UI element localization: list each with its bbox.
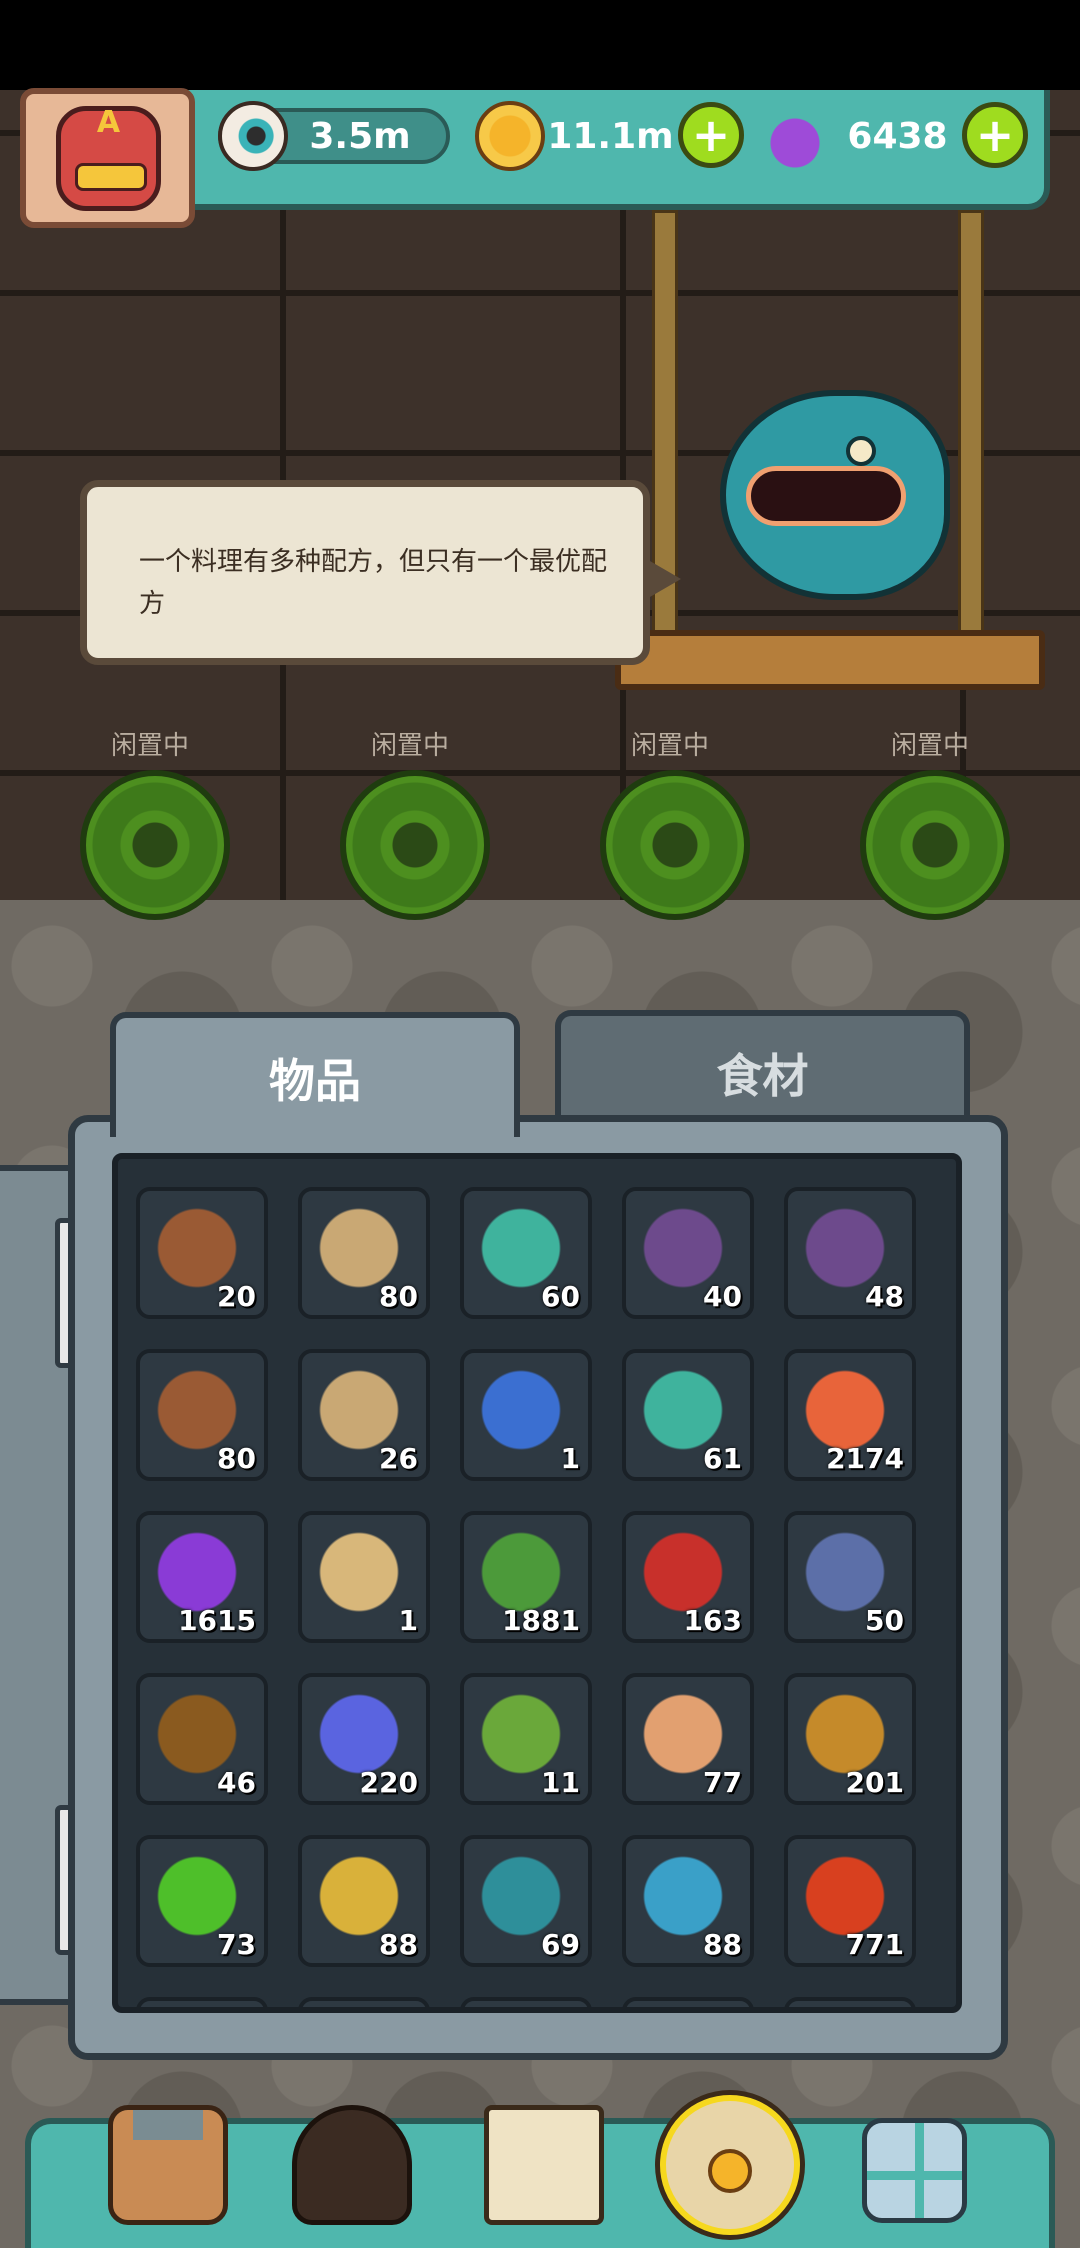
item-count: 88	[703, 1928, 742, 1961]
recipe-book-icon[interactable]	[484, 2105, 604, 2225]
shop-building-icon[interactable]	[108, 2105, 228, 2225]
idle-slot-2[interactable]: 闲置中	[300, 725, 520, 935]
coin-icon	[475, 101, 545, 171]
speech-text: 一个料理有多种配方，但只有一个最优配方	[139, 547, 608, 619]
swing-seat	[615, 630, 1045, 690]
status-bar	[0, 0, 1080, 90]
monster-eye	[846, 436, 876, 466]
avatar-letter: A	[96, 105, 121, 140]
swing-rope-right	[958, 210, 984, 640]
item-count: 20	[217, 1280, 256, 1313]
inventory-item[interactable]: 1615	[136, 1511, 268, 1643]
item-count: 61	[703, 1442, 742, 1475]
inventory-item[interactable]: 201	[784, 1673, 916, 1805]
inventory-item[interactable]: 80	[298, 1187, 430, 1319]
inventory-item[interactable]: 1	[298, 1511, 430, 1643]
inventory-item[interactable]: 220	[298, 1673, 430, 1805]
item-count: 163	[683, 1604, 742, 1637]
item-count: 50	[865, 1604, 904, 1637]
player-avatar[interactable]: A	[20, 88, 195, 228]
idle-label: 闲置中	[890, 731, 969, 761]
inventory-item[interactable]: 61	[622, 1349, 754, 1481]
inventory-item-partial[interactable]	[784, 1997, 916, 2007]
idle-label: 闲置中	[370, 731, 449, 761]
tab-items[interactable]: 物品	[110, 1012, 520, 1137]
inventory-item-partial[interactable]	[622, 1997, 754, 2007]
item-count: 60	[541, 1280, 580, 1313]
item-count: 26	[379, 1442, 418, 1475]
add-coins-button[interactable]: +	[678, 102, 744, 168]
inventory-item[interactable]: 2174	[784, 1349, 916, 1481]
eyeball-resource: 3.5m	[218, 101, 450, 171]
inventory-item[interactable]: 40	[622, 1187, 754, 1319]
speech-bubble: 一个料理有多种配方，但只有一个最优配方	[80, 480, 681, 665]
item-count: 80	[217, 1442, 256, 1475]
item-count: 77	[703, 1766, 742, 1799]
item-count: 220	[359, 1766, 418, 1799]
inventory-grid: 20 80 60 40 48 80 26 1 61 2174 1615 1 1881 163 50 46 220…	[112, 1153, 962, 2013]
item-count: 73	[217, 1928, 256, 1961]
inventory-item[interactable]: 26	[298, 1349, 430, 1481]
inventory-item[interactable]: 60	[460, 1187, 592, 1319]
inventory-item[interactable]: 88	[622, 1835, 754, 1967]
green-gear-icon	[860, 770, 1010, 920]
inventory-item-partial[interactable]	[460, 1997, 592, 2007]
inventory-item[interactable]: 20	[136, 1187, 268, 1319]
eyeball-icon	[218, 101, 288, 171]
idle-slot-3[interactable]: 闲置中	[560, 725, 780, 935]
inventory-item[interactable]: 771	[784, 1835, 916, 1967]
item-count: 48	[865, 1280, 904, 1313]
idle-label: 闲置中	[630, 731, 709, 761]
inventory-item-partial[interactable]	[136, 1997, 268, 2007]
grid-menu-icon[interactable]	[862, 2118, 967, 2223]
item-count: 2174	[826, 1442, 904, 1475]
green-gear-icon	[80, 770, 230, 920]
potion-resource: 6438	[760, 101, 975, 171]
inventory-item[interactable]: 48	[784, 1187, 916, 1319]
monster-cave-icon[interactable]	[292, 2105, 412, 2225]
chef-monster[interactable]	[720, 390, 950, 600]
item-count: 69	[541, 1928, 580, 1961]
green-gear-icon	[340, 770, 490, 920]
item-count: 1	[560, 1442, 580, 1475]
coin-bag-icon[interactable]	[660, 2095, 800, 2235]
idle-slot-1[interactable]: 闲置中	[40, 725, 260, 935]
add-potion-button[interactable]: +	[962, 102, 1028, 168]
item-count: 201	[845, 1766, 904, 1799]
item-count: 1	[398, 1604, 418, 1637]
item-count: 46	[217, 1766, 256, 1799]
coin-icon	[708, 2149, 752, 2193]
item-count: 1881	[502, 1604, 580, 1637]
inventory-item[interactable]: 88	[298, 1835, 430, 1967]
inventory-item[interactable]: 69	[460, 1835, 592, 1967]
idle-label: 闲置中	[110, 731, 189, 761]
coin-resource: 11.1m	[475, 101, 690, 171]
inventory-item[interactable]: 80	[136, 1349, 268, 1481]
item-count: 80	[379, 1280, 418, 1313]
inventory-item[interactable]: 50	[784, 1511, 916, 1643]
inventory-item[interactable]: 77	[622, 1673, 754, 1805]
green-gear-icon	[600, 770, 750, 920]
item-count: 771	[845, 1928, 904, 1961]
inventory-item[interactable]: 1	[460, 1349, 592, 1481]
avatar-monster-icon: A	[56, 105, 161, 211]
inventory-item[interactable]: 1881	[460, 1511, 592, 1643]
potion-flask-icon	[760, 101, 830, 171]
inventory-item[interactable]: 163	[622, 1511, 754, 1643]
tab-ingredients[interactable]: 食材	[555, 1010, 970, 1130]
inventory-item[interactable]: 46	[136, 1673, 268, 1805]
inventory-item-partial[interactable]	[298, 1997, 430, 2007]
inventory-item[interactable]: 11	[460, 1673, 592, 1805]
inventory-item[interactable]: 73	[136, 1835, 268, 1967]
item-count: 40	[703, 1280, 742, 1313]
item-count: 1615	[178, 1604, 256, 1637]
idle-slot-4[interactable]: 闲置中	[820, 725, 1040, 935]
item-count: 11	[541, 1766, 580, 1799]
item-count: 88	[379, 1928, 418, 1961]
monster-mouth	[746, 466, 906, 526]
